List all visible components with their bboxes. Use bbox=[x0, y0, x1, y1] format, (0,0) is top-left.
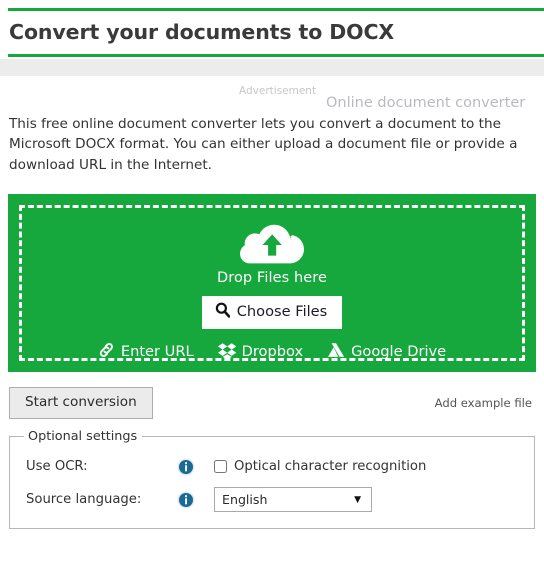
google-drive-label: Google Drive bbox=[351, 343, 447, 361]
choose-files-label: Choose Files bbox=[236, 302, 328, 320]
info-icon[interactable] bbox=[177, 491, 195, 509]
dropzone-inner-border: Drop Files here Choose Files Enter URL D… bbox=[19, 205, 525, 362]
source-language-select-wrap[interactable]: English ▼ bbox=[214, 487, 372, 513]
header-bottom-rule bbox=[8, 53, 544, 57]
ocr-label: Use OCR: bbox=[26, 459, 88, 475]
source-language-select[interactable]: English bbox=[214, 487, 372, 513]
info-icon[interactable] bbox=[177, 458, 195, 476]
ocr-setting-row: Use OCR: Optical character recognition bbox=[20, 450, 524, 483]
cloud-upload-icon bbox=[240, 220, 304, 268]
file-dropzone[interactable]: Drop Files here Choose Files Enter URL D… bbox=[8, 194, 536, 373]
ocr-checkbox-wrap[interactable]: Optical character recognition bbox=[214, 459, 426, 474]
search-icon bbox=[215, 302, 231, 322]
dropbox-label: Dropbox bbox=[241, 343, 304, 361]
optional-settings-fieldset: Optional settings Use OCR: Optical chara… bbox=[9, 429, 535, 530]
optional-settings-legend: Optional settings bbox=[28, 429, 138, 445]
link-icon bbox=[98, 342, 115, 362]
page-header: Convert your documents to DOCX bbox=[0, 8, 544, 76]
drop-files-label: Drop Files here bbox=[216, 270, 328, 287]
choose-files-button[interactable]: Choose Files bbox=[201, 296, 343, 329]
page-description: This free online document converter lets… bbox=[9, 115, 518, 173]
add-example-file-link[interactable]: Add example file bbox=[435, 396, 535, 410]
language-info-cell bbox=[172, 491, 214, 509]
ocr-checkbox-label[interactable]: Optical character recognition bbox=[234, 459, 426, 474]
source-language-label: Source language: bbox=[26, 492, 142, 508]
page-title: Convert your documents to DOCX bbox=[9, 20, 395, 44]
advertisement-text: Online document converter bbox=[326, 94, 526, 111]
source-links: Enter URL Dropbox Google Drive bbox=[98, 342, 446, 362]
start-conversion-button[interactable]: Start conversion bbox=[9, 387, 153, 419]
ocr-info-cell bbox=[172, 458, 214, 476]
advertisement-label: Advertisement bbox=[239, 84, 317, 97]
google-drive-icon bbox=[327, 342, 345, 362]
google-drive-link[interactable]: Google Drive bbox=[327, 342, 446, 362]
action-row: Start conversion Add example file bbox=[0, 386, 544, 420]
ocr-checkbox[interactable] bbox=[214, 460, 227, 474]
language-setting-row: Source language: English ▼ bbox=[20, 483, 524, 516]
dropbox-icon bbox=[217, 342, 236, 362]
enter-url-link[interactable]: Enter URL bbox=[98, 342, 194, 362]
advertisement-zone: Advertisement Online document converter bbox=[0, 76, 544, 114]
header-gray-bar bbox=[0, 58, 544, 76]
dropbox-link[interactable]: Dropbox bbox=[217, 342, 304, 362]
enter-url-label: Enter URL bbox=[120, 343, 194, 361]
